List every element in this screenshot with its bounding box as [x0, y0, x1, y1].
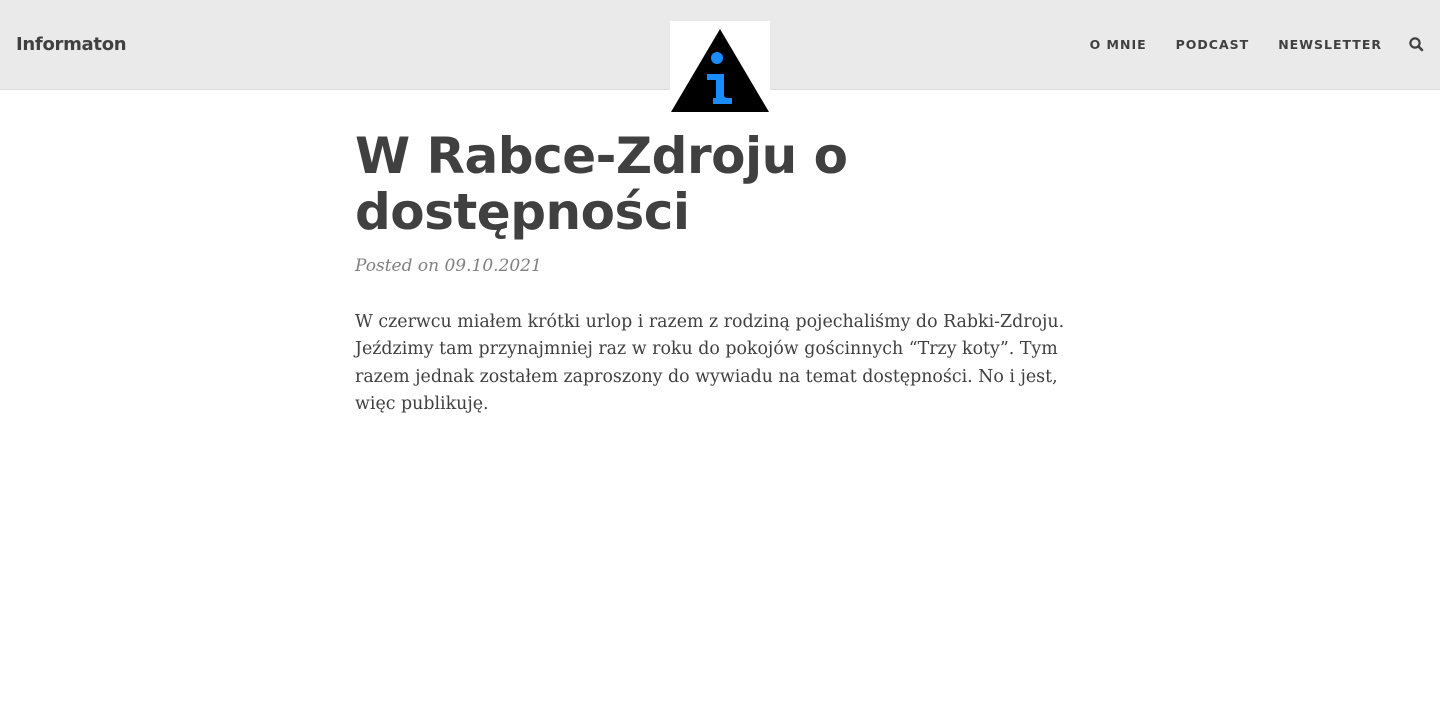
nav-links: O MNIE PODCAST NEWSLETTER: [1061, 37, 1382, 53]
post-meta: Posted on 09.10.2021: [355, 256, 542, 276]
post-title: W Rabce-Zdroju o dostępności: [355, 127, 848, 241]
post-body: W czerwcu miałem krótki urlop i razem z …: [355, 312, 1065, 414]
nav-link-podcast[interactable]: PODCAST: [1176, 37, 1250, 53]
nav-link-newsletter[interactable]: NEWSLETTER: [1278, 37, 1382, 53]
site-logo[interactable]: [670, 21, 770, 113]
nav-link-o-mnie[interactable]: O MNIE: [1090, 37, 1147, 53]
article: W Rabce-Zdroju o dostępności Posted on 0…: [355, 128, 1085, 436]
brand-link[interactable]: Informaton: [16, 33, 127, 57]
info-triangle-logo-icon: [671, 29, 769, 112]
search-icon[interactable]: [1408, 36, 1426, 54]
